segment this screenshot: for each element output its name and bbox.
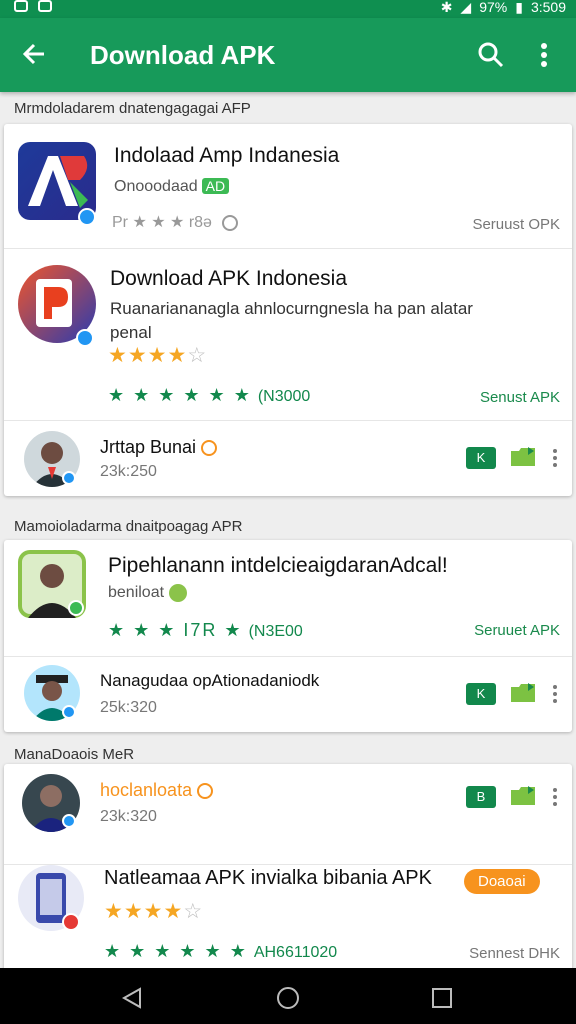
check-icon bbox=[168, 584, 187, 602]
alert-badge-icon bbox=[62, 913, 80, 931]
folder-icon[interactable] bbox=[510, 445, 536, 467]
navigation-bar bbox=[0, 968, 576, 1024]
folder-icon[interactable] bbox=[510, 681, 536, 703]
source-label: Seruuet APK bbox=[474, 622, 560, 639]
download-rating: ★ ★ ★ ★ ★ ★ (N3000 bbox=[108, 385, 310, 406]
verified-badge-icon bbox=[62, 814, 76, 828]
ad-tag: AD bbox=[201, 178, 230, 194]
notification-icon bbox=[38, 0, 52, 12]
download-count: (N3E00 bbox=[248, 623, 303, 640]
install-button[interactable]: B bbox=[466, 786, 496, 808]
section-card: Indolaad Amp Indanesia Onooodaad AD Pr ★ … bbox=[4, 124, 572, 496]
more-options-icon[interactable] bbox=[550, 447, 560, 469]
app-title: Jrttap Bunai bbox=[100, 437, 197, 457]
app-bar: Download APK bbox=[0, 18, 576, 92]
list-item[interactable]: hoclanloata 23k:320 B bbox=[4, 764, 572, 844]
star-rating: ★★★★☆ bbox=[104, 900, 204, 923]
download-rating: ★ ★ ★ I7R ★ (N3E00 bbox=[108, 620, 303, 641]
warning-icon bbox=[197, 783, 214, 800]
back-nav-icon[interactable] bbox=[120, 986, 144, 1010]
verified-badge-icon bbox=[76, 329, 94, 347]
notification-icon bbox=[14, 0, 28, 12]
back-arrow-icon[interactable] bbox=[18, 38, 50, 70]
download-rating: ★ ★ ★ ★ ★ ★ AH6611020 bbox=[104, 941, 337, 962]
rating-text: Pr ★ ★ ★ r8ə bbox=[112, 214, 212, 231]
app-title: Jrttap Bunai bbox=[100, 437, 218, 458]
app-title: Natleamaa APK invialka bibania APK bbox=[104, 867, 432, 889]
star-rating: ★★★★☆ bbox=[108, 344, 208, 367]
warning-icon bbox=[201, 440, 218, 457]
app-title: hoclanloata bbox=[100, 780, 214, 801]
home-nav-icon[interactable] bbox=[276, 986, 300, 1010]
app-description: Ruanariananagla ahnlocurngnesla ha pan a… bbox=[110, 299, 473, 342]
source-label: Sennest DHK bbox=[469, 945, 560, 962]
app-title: Pipehlanann intdelcieaigdaranAdcal! bbox=[108, 554, 448, 577]
section-card: hoclanloata 23k:320 B Natleamaa APK invi… bbox=[4, 764, 572, 968]
clock: 3:509 bbox=[530, 0, 566, 15]
green-stars: ★ ★ ★ ★ ★ ★ bbox=[108, 385, 252, 405]
green-stars: ★ ★ ★ ★ ★ ★ bbox=[104, 941, 248, 961]
verified-badge-icon bbox=[68, 600, 84, 616]
main-content: Mrmdoladarem dnatengagagai AFP Indolaad … bbox=[0, 92, 576, 968]
signal-icon: ◢ bbox=[460, 0, 472, 15]
install-button[interactable]: K bbox=[466, 683, 496, 705]
list-item[interactable]: Download APK Indonesia Ruanariananagla a… bbox=[4, 248, 572, 420]
recents-nav-icon[interactable] bbox=[430, 986, 454, 1010]
item-meta: 23k:320 bbox=[100, 808, 157, 825]
section-title: Mamoioladarma dnaitpoagag APR bbox=[14, 518, 243, 535]
folder-icon[interactable] bbox=[510, 784, 536, 806]
download-count: (N3000 bbox=[257, 388, 311, 405]
info-icon bbox=[222, 214, 239, 231]
list-item[interactable]: Natleamaa APK invialka bibania APK Doaoa… bbox=[4, 864, 572, 968]
list-item[interactable]: Pipehlanann intdelcieaigdaranAdcal! beni… bbox=[4, 540, 572, 656]
app-title: hoclanloata bbox=[100, 780, 193, 800]
list-item[interactable]: Jrttap Bunai 23k:250 K bbox=[4, 420, 572, 496]
rating-text: Pr ★ ★ ★ r8ə bbox=[112, 212, 239, 232]
verified-badge-icon bbox=[62, 705, 76, 719]
app-title: Nanagudaa opAtionadaniodk bbox=[100, 671, 320, 690]
item-meta: 23k:250 bbox=[100, 463, 157, 480]
search-icon[interactable] bbox=[476, 40, 506, 70]
download-button[interactable]: Doaoai bbox=[464, 869, 540, 894]
verified-badge-icon bbox=[78, 208, 96, 226]
green-stars: ★ ★ ★ I7R ★ bbox=[108, 620, 243, 640]
section-card: Pipehlanann intdelcieaigdaranAdcal! beni… bbox=[4, 540, 572, 732]
battery-icon: ▮ bbox=[515, 0, 523, 15]
developer-label: beniloat bbox=[108, 584, 187, 602]
status-bar: ✱ ◢ 97% ▮ 3:509 bbox=[0, 0, 576, 18]
app-title: Download APK Indonesia bbox=[110, 267, 347, 290]
battery-level: 97% bbox=[479, 0, 508, 15]
overflow-menu-icon[interactable] bbox=[534, 40, 554, 70]
source-label: Seruust OPK bbox=[472, 216, 560, 233]
developer-name: Onooodaad bbox=[114, 178, 198, 195]
more-options-icon[interactable] bbox=[550, 683, 560, 705]
item-meta: 25k:320 bbox=[100, 699, 157, 716]
list-item[interactable]: Indolaad Amp Indanesia Onooodaad AD Pr ★ … bbox=[4, 124, 572, 248]
install-button[interactable]: K bbox=[466, 447, 496, 469]
list-item[interactable]: Nanagudaa opAtionadaniodk 25k:320 K bbox=[4, 656, 572, 732]
app-title: Indolaad Amp Indanesia bbox=[114, 144, 340, 167]
section-title: Mrmdoladarem dnatengagagai AFP bbox=[14, 100, 251, 117]
bluetooth-icon: ✱ bbox=[440, 0, 453, 15]
developer-label: Onooodaad AD bbox=[114, 178, 230, 196]
download-count: AH6611020 bbox=[253, 944, 338, 961]
source-label: Senust APK bbox=[479, 389, 560, 406]
verified-badge-icon bbox=[62, 471, 76, 485]
more-options-icon[interactable] bbox=[550, 786, 560, 808]
developer-name: beniloat bbox=[108, 584, 165, 602]
page-title: Download APK bbox=[90, 40, 276, 70]
section-title: ManaDoaois MeR bbox=[14, 746, 135, 763]
